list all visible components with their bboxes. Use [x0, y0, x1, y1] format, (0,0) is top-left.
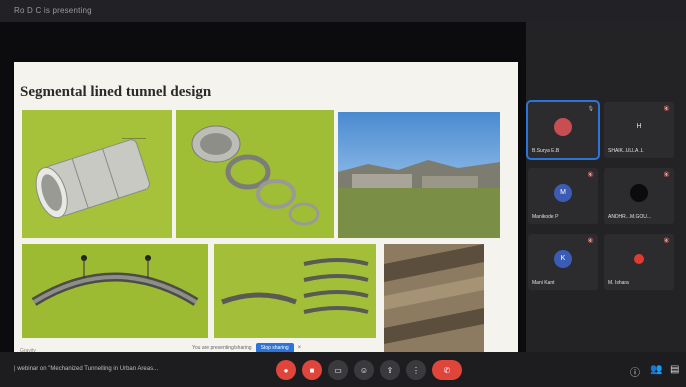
end-call-button[interactable]: ✆ — [432, 360, 462, 380]
captions-icon: ▭ — [334, 365, 342, 375]
title-bar: Ro D C is presenting — [0, 0, 686, 22]
shield-segment-photo — [384, 244, 484, 356]
close-icon[interactable]: × — [298, 345, 302, 351]
avatar: H — [636, 123, 642, 131]
more-options-button[interactable]: ⋮ — [406, 360, 426, 380]
info-icon[interactable]: ⓘ — [630, 364, 640, 379]
participant-name: Manikode P — [532, 214, 559, 220]
segment-assembly-image — [176, 110, 334, 238]
avatar — [554, 117, 572, 136]
participant-tile[interactable]: 🔇 K Mani Kant — [528, 234, 598, 290]
avatar — [634, 253, 644, 264]
meeting-controls-bar: | webinar on "Mechanized Tunnelling in U… — [0, 352, 686, 387]
participants-panel: 🎙 B.Surya E.B 🔇 H SHAIK..ULLA .L 🔇 M Man… — [526, 22, 686, 352]
reactions-button[interactable]: ☺ — [354, 360, 374, 380]
camera-off-icon: ■ — [309, 365, 315, 375]
present-button[interactable]: ⇪ — [380, 360, 400, 380]
more-vert-icon: ⋮ — [412, 365, 420, 375]
avatar — [630, 183, 648, 202]
people-icon[interactable]: 👥 — [650, 364, 662, 375]
sharing-message: You are presenting/sharing — [192, 345, 252, 351]
mic-off-icon: 🔇 — [663, 106, 670, 112]
participant-name: Mani Kant — [532, 280, 555, 286]
hang-up-icon: ✆ — [443, 365, 451, 375]
mic-off-icon: 🔇 — [587, 172, 594, 178]
avatar: M — [554, 183, 572, 202]
tunnel-site-photo — [338, 112, 500, 238]
mic-off-icon: 🔇 — [587, 238, 594, 244]
mic-off-icon: 🔇 — [663, 172, 670, 178]
curved-lining-diagram — [22, 244, 208, 338]
emoji-icon: ☺ — [359, 365, 369, 375]
tunnel-ring-3d-image: ———— — [22, 110, 172, 238]
participant-name: M. Ishara — [608, 280, 629, 286]
shared-screen: Segmental lined tunnel design ———— Gravi… — [0, 22, 526, 360]
slide-title: Segmental lined tunnel design — [20, 84, 212, 100]
chat-icon[interactable]: ▤ — [670, 364, 679, 375]
mic-icon: 🎙 — [587, 106, 594, 112]
participant-tile[interactable]: 🔇 M Manikode P — [528, 168, 598, 224]
participant-tile[interactable]: 🔇 ANDHR...M.GOU... — [604, 168, 674, 224]
present-icon: ⇪ — [386, 365, 394, 375]
mic-off-icon: ● — [283, 365, 289, 375]
mic-off-icon: 🔇 — [663, 238, 670, 244]
participant-tile[interactable]: 🎙 B.Surya E.B — [526, 100, 600, 160]
avatar: K — [554, 249, 572, 268]
participant-name: ANDHR...M.GOU... — [608, 214, 652, 220]
participant-tile[interactable]: 🔇 H SHAIK..ULLA .L — [604, 102, 674, 158]
participant-name: B.Surya E.B — [532, 148, 560, 154]
segment-layers-diagram — [214, 244, 376, 338]
svg-text:————: ———— — [122, 136, 146, 142]
mic-toggle-button[interactable]: ● — [276, 360, 296, 380]
camera-toggle-button[interactable]: ■ — [302, 360, 322, 380]
participant-name: SHAIK..ULLA .L — [608, 148, 644, 154]
presentation-slide: Segmental lined tunnel design ———— Gravi… — [14, 62, 518, 360]
participant-tile[interactable]: 🔇 M. Ishara — [604, 234, 674, 290]
presenter-label: Ro D C is presenting — [14, 6, 92, 15]
captions-button[interactable]: ▭ — [328, 360, 348, 380]
meeting-title: | webinar on "Mechanized Tunnelling in U… — [14, 366, 159, 372]
